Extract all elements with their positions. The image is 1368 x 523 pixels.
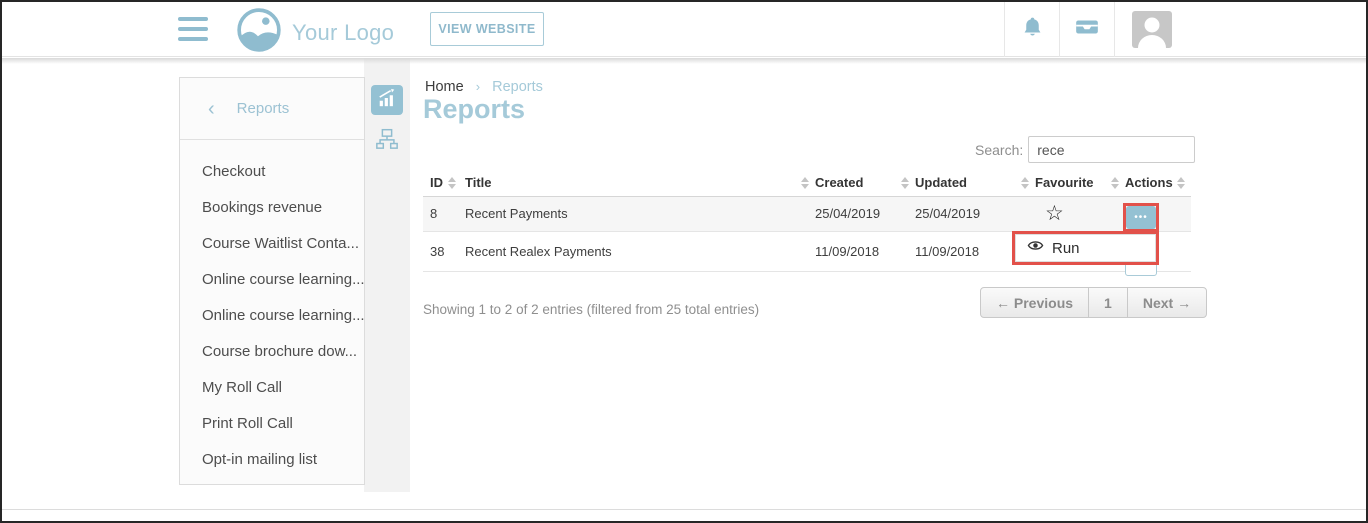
sidebar-item-bookings-revenue[interactable]: Bookings revenue: [180, 190, 364, 226]
cell-created: 11/09/2018: [815, 231, 915, 271]
cell-id: 8: [423, 196, 462, 231]
column-header-created[interactable]: Created: [815, 170, 915, 196]
page-number-button[interactable]: 1: [1088, 288, 1127, 317]
previous-page-button[interactable]: ← Previous: [981, 288, 1088, 317]
sort-icon: [801, 177, 809, 189]
sidebar-item-my-roll-call[interactable]: My Roll Call: [180, 370, 364, 406]
sidebar-item-course-waitlist[interactable]: Course Waitlist Conta...: [180, 226, 364, 262]
top-header: Your Logo VIEW WEBSITE: [2, 2, 1366, 57]
breadcrumb: Home › Reports: [425, 79, 543, 95]
sort-icon: [901, 177, 909, 189]
sidebar-report-list: Checkout Bookings revenue Course Waitlis…: [180, 140, 364, 478]
search-label: Search:: [975, 142, 1023, 158]
reports-sidebar: ‹ Reports Checkout Bookings revenue Cour…: [179, 77, 365, 485]
nav-sitemap-button[interactable]: [371, 125, 403, 155]
sitemap-icon: [375, 126, 399, 155]
sidebar-item-course-brochure[interactable]: Course brochure dow...: [180, 334, 364, 370]
bell-icon: [1020, 15, 1045, 45]
notifications-button[interactable]: [1004, 2, 1059, 57]
sort-icon: [1111, 177, 1119, 189]
header-divider: [1114, 2, 1115, 57]
sidebar-item-opt-in-mailing-list[interactable]: Opt-in mailing list: [180, 442, 364, 478]
header-shadow: [2, 58, 1366, 64]
cell-id: 38: [423, 231, 462, 271]
run-dropdown-annotation: Run: [1012, 231, 1159, 265]
cell-favourite: ☆: [1035, 196, 1125, 231]
nav-strip: [364, 58, 410, 492]
run-menu-label: Run: [1052, 240, 1080, 257]
sidebar-item-print-roll-call[interactable]: Print Roll Call: [180, 406, 364, 442]
page-title: Reports: [423, 94, 525, 125]
row1-actions-button[interactable]: •••: [1126, 206, 1156, 229]
logo-image-icon: [236, 7, 282, 58]
breadcrumb-home-link[interactable]: Home: [425, 79, 464, 95]
column-header-title[interactable]: Title: [462, 170, 815, 196]
column-header-updated[interactable]: Updated: [915, 170, 1035, 196]
column-header-id[interactable]: ID: [423, 170, 462, 196]
chevron-left-icon: ‹: [208, 99, 215, 119]
sort-icon: [1177, 177, 1185, 189]
cell-created: 25/04/2019: [815, 196, 915, 231]
cell-updated: 25/04/2019: [915, 196, 1035, 231]
menu-icon[interactable]: [178, 17, 208, 41]
chart-icon: [376, 88, 398, 113]
view-website-button[interactable]: VIEW WEBSITE: [430, 12, 544, 46]
column-header-favourite[interactable]: Favourite: [1035, 170, 1125, 196]
star-outline-icon[interactable]: ☆: [1035, 203, 1064, 224]
run-menu-item[interactable]: Run: [1015, 234, 1156, 262]
avatar[interactable]: [1132, 11, 1172, 48]
sidebar-title: Reports: [237, 100, 290, 117]
next-page-button[interactable]: Next →: [1127, 288, 1206, 317]
inbox-icon: [1074, 14, 1100, 45]
inbox-button[interactable]: [1059, 2, 1114, 57]
cell-title: Recent Payments: [462, 196, 815, 231]
pagination: ← Previous 1 Next →: [980, 287, 1207, 318]
sidebar-item-online-course-2[interactable]: Online course learning...: [180, 298, 364, 334]
eye-icon: [1027, 239, 1044, 257]
footer-divider: [2, 509, 1366, 510]
breadcrumb-current[interactable]: Reports: [492, 79, 543, 95]
cell-title: Recent Realex Payments: [462, 231, 815, 271]
nav-reports-button[interactable]: [371, 85, 403, 115]
app-window: Your Logo VIEW WEBSITE: [0, 0, 1368, 523]
table-header-row: ID Title Created Updated Favourite: [423, 170, 1191, 196]
sidebar-item-online-course-1[interactable]: Online course learning...: [180, 262, 364, 298]
column-header-actions[interactable]: Actions: [1125, 170, 1191, 196]
sort-icon: [1021, 177, 1029, 189]
sidebar-item-checkout[interactable]: Checkout: [180, 154, 364, 190]
sidebar-back-header[interactable]: ‹ Reports: [180, 78, 364, 140]
logo-text: Your Logo: [292, 20, 394, 46]
table-row: 8 Recent Payments 25/04/2019 25/04/2019 …: [423, 196, 1191, 231]
breadcrumb-separator-icon: ›: [476, 79, 480, 94]
logo[interactable]: Your Logo: [236, 7, 394, 58]
search-bar: Search:: [975, 136, 1195, 163]
sort-icon: [448, 177, 456, 189]
table-info-text: Showing 1 to 2 of 2 entries (filtered fr…: [423, 302, 759, 317]
search-input[interactable]: [1028, 136, 1195, 163]
actions-highlight-annotation: •••: [1123, 203, 1159, 232]
